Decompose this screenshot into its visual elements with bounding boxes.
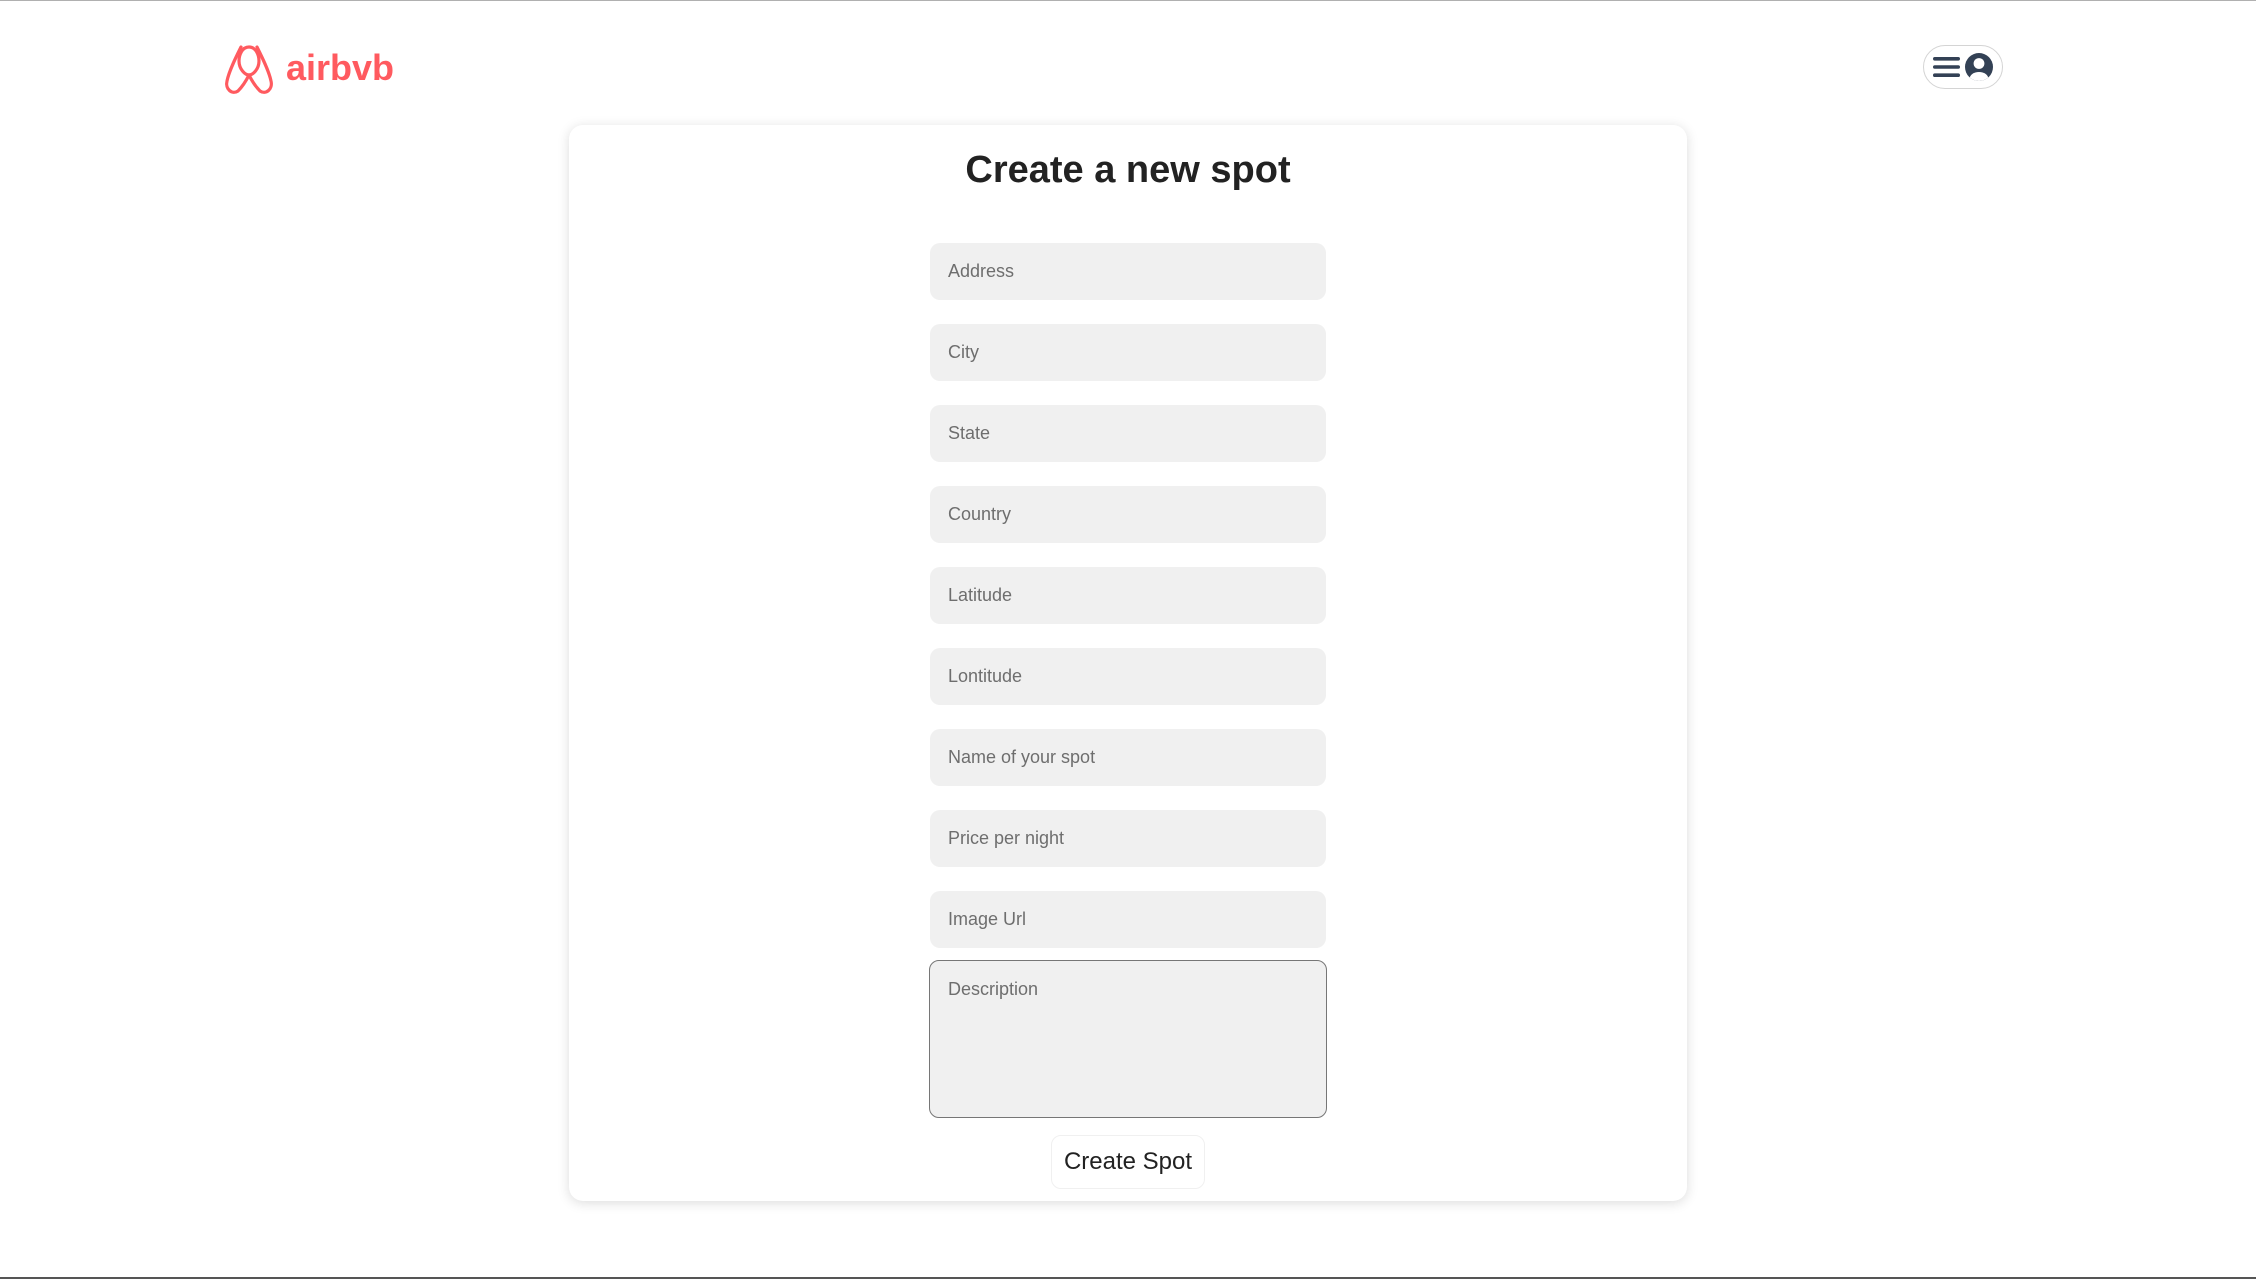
spot-name-input[interactable]	[930, 729, 1326, 786]
brand-name: airbvb	[286, 47, 395, 88]
home-logo-link[interactable]: airbvb	[224, 41, 394, 95]
image-url-input[interactable]	[930, 891, 1326, 948]
state-input[interactable]	[930, 405, 1326, 462]
hamburger-menu-icon	[1933, 57, 1960, 77]
address-input[interactable]	[930, 243, 1326, 300]
create-spot-button[interactable]: Create Spot	[1051, 1135, 1205, 1189]
user-circle-icon	[1965, 53, 1993, 81]
page: airbvb Create a new spot Address City St…	[0, 0, 2256, 1279]
profile-menu-button[interactable]	[1923, 45, 2003, 89]
country-input[interactable]	[930, 486, 1326, 543]
city-input[interactable]	[930, 324, 1326, 381]
page-title: Create a new spot	[965, 149, 1291, 191]
longitude-input[interactable]	[930, 648, 1326, 705]
price-input[interactable]	[930, 810, 1326, 867]
airbnb-belo-icon	[225, 45, 273, 94]
latitude-input[interactable]	[930, 567, 1326, 624]
create-spot-card: Create a new spot Create Spot	[569, 125, 1687, 1201]
description-textarea[interactable]	[929, 960, 1327, 1118]
